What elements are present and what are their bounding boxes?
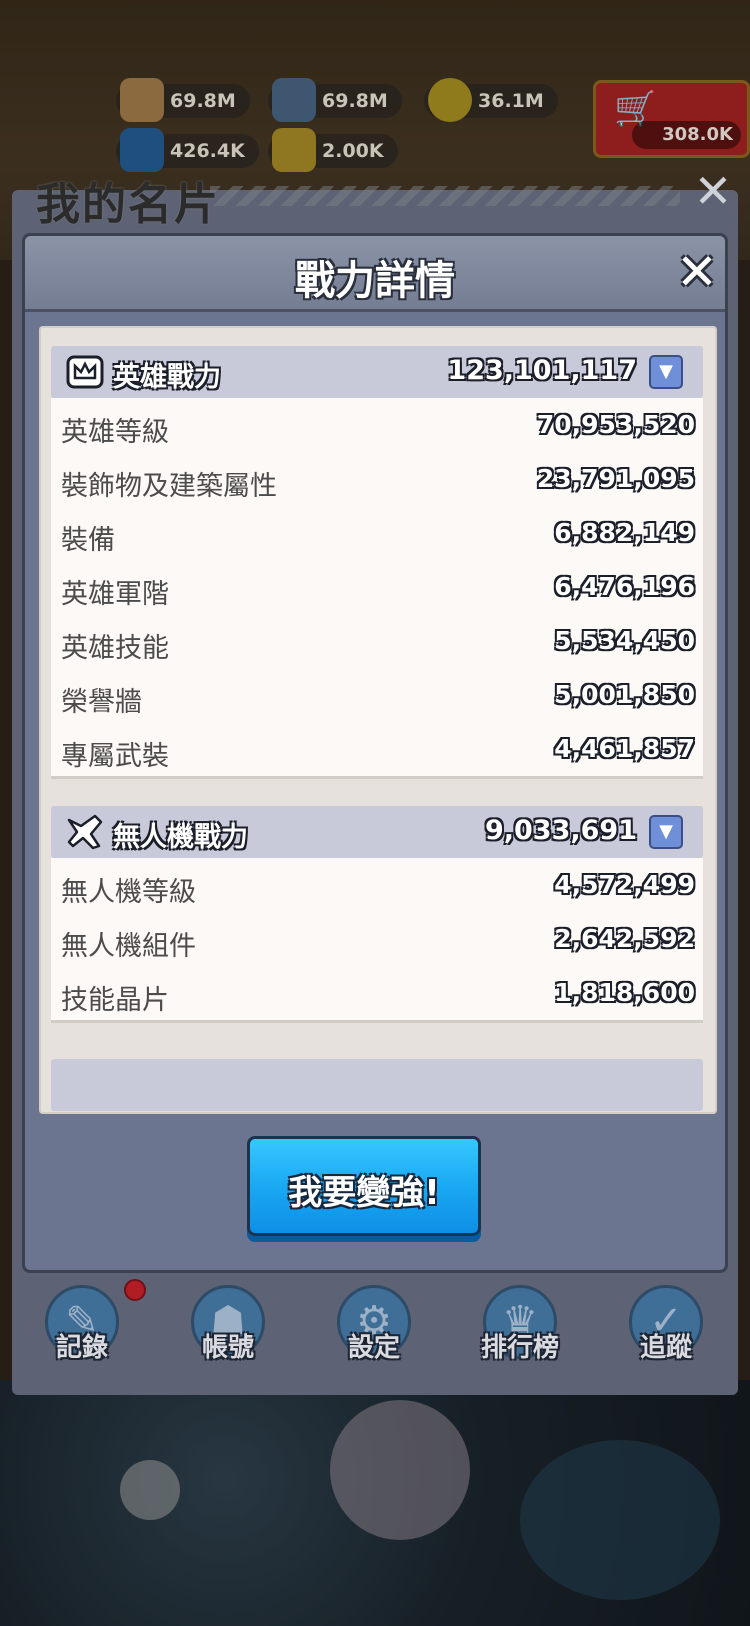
resource-ticket[interactable]: 2.00K xyxy=(268,128,398,172)
list-item: 無人機等級 4,572,499 xyxy=(51,858,703,912)
section-header-next-cutoff[interactable] xyxy=(51,1059,703,1111)
drone-icon xyxy=(67,814,103,850)
section-total: 9,033,691 xyxy=(484,815,637,846)
row-label: 榮譽牆 xyxy=(61,687,142,718)
card-torn-edge xyxy=(210,186,680,206)
chevron-down-icon[interactable]: ▼ xyxy=(649,815,683,849)
list-item: 裝飾物及建築屬性 23,791,095 xyxy=(51,452,703,506)
nav-leaderboard[interactable]: ♛ 排行榜 xyxy=(470,1283,570,1383)
row-label: 專屬武裝 xyxy=(61,741,169,772)
drone-power-rows: 無人機等級 4,572,499 無人機組件 2,642,592 技能晶片 1,8… xyxy=(51,858,703,1023)
list-item: 技能晶片 1,818,600 xyxy=(51,966,703,1020)
gem-count: 308.0K xyxy=(632,121,741,149)
nav-settings-label: 設定 xyxy=(347,1333,400,1363)
section-title: 英雄戰力 xyxy=(113,362,221,393)
modal-close-button[interactable]: ✕ xyxy=(673,247,721,297)
list-item: 英雄技能 5,534,450 xyxy=(51,614,703,668)
row-label: 裝備 xyxy=(61,525,115,556)
resource-oil-value: 426.4K xyxy=(170,140,245,162)
hero-power-rows: 英雄等級 70,953,520 裝飾物及建築屬性 23,791,095 裝備 6… xyxy=(51,398,703,779)
chevron-down-icon[interactable]: ▼ xyxy=(649,355,683,389)
section-total: 123,101,117 xyxy=(447,355,637,386)
hero-crown-icon xyxy=(66,355,104,389)
nav-settings[interactable]: ⚙ 設定 xyxy=(324,1283,424,1383)
resource-oil[interactable]: 426.4K xyxy=(116,128,259,172)
become-stronger-button[interactable]: 我要變強! xyxy=(247,1136,481,1236)
resource-bread[interactable]: 69.8M xyxy=(116,78,250,122)
resource-gold-value: 36.1M xyxy=(478,90,544,112)
list-item: 裝備 6,882,149 xyxy=(51,506,703,560)
profile-close-button[interactable]: ✕ xyxy=(690,168,736,214)
row-value: 4,461,857 xyxy=(554,734,695,763)
resource-iron[interactable]: 69.8M xyxy=(268,78,402,122)
profile-card-title: 我的名片 xyxy=(36,179,220,230)
nav-follow[interactable]: ✓ 追蹤 xyxy=(616,1283,716,1383)
list-item: 英雄軍階 6,476,196 xyxy=(51,560,703,614)
power-details-list[interactable]: 英雄戰力 123,101,117 ▼ 英雄等級 70,953,520 裝飾物及建… xyxy=(39,326,717,1114)
list-item: 榮譽牆 5,001,850 xyxy=(51,668,703,722)
row-label: 英雄軍階 xyxy=(61,579,169,610)
become-stronger-label: 我要變強! xyxy=(288,1173,440,1213)
row-label: 無人機等級 xyxy=(61,877,196,908)
section-header-drone-power[interactable]: 無人機戰力 9,033,691 ▼ xyxy=(51,806,703,858)
iron-icon xyxy=(272,78,316,122)
section-header-hero-power[interactable]: 英雄戰力 123,101,117 ▼ xyxy=(51,346,703,398)
nav-account-label: 帳號 xyxy=(201,1333,254,1363)
list-item: 無人機組件 2,642,592 xyxy=(51,912,703,966)
row-value: 70,953,520 xyxy=(536,410,695,439)
oil-barrel-icon xyxy=(120,128,164,172)
row-value: 5,534,450 xyxy=(554,626,695,655)
row-value: 1,818,600 xyxy=(554,978,695,1007)
row-value: 2,642,592 xyxy=(554,924,695,953)
nav-records-label: 記錄 xyxy=(55,1333,108,1363)
ticket-icon xyxy=(272,128,316,172)
modal-title: 戰力詳情 xyxy=(295,258,455,304)
row-value: 5,001,850 xyxy=(554,680,695,709)
shop-button[interactable]: 🛒 308.0K xyxy=(593,80,750,158)
row-label: 英雄等級 xyxy=(61,417,169,448)
nav-follow-label: 追蹤 xyxy=(639,1333,692,1363)
nav-records[interactable]: ✎ 記錄 xyxy=(32,1279,146,1383)
power-details-modal: 戰力詳情 ✕ 英雄戰力 123,101,117 ▼ 英雄等級 70,953,52… xyxy=(22,233,728,1273)
row-value: 23,791,095 xyxy=(536,464,695,493)
modal-header: 戰力詳情 ✕ xyxy=(25,236,725,312)
row-label: 裝飾物及建築屬性 xyxy=(61,471,277,502)
row-label: 英雄技能 xyxy=(61,633,169,664)
gold-coin-icon xyxy=(428,78,472,122)
bread-icon xyxy=(120,78,164,122)
nav-account[interactable]: ☗ 帳號 xyxy=(178,1283,278,1383)
resource-bread-value: 69.8M xyxy=(170,90,236,112)
row-label: 技能晶片 xyxy=(61,985,169,1016)
list-item: 英雄等級 70,953,520 xyxy=(51,398,703,452)
resource-iron-value: 69.8M xyxy=(322,90,388,112)
row-value: 4,572,499 xyxy=(554,870,695,899)
resource-ticket-value: 2.00K xyxy=(322,140,384,162)
notification-dot xyxy=(124,1279,146,1301)
list-item: 專屬武裝 4,461,857 xyxy=(51,722,703,776)
row-value: 6,476,196 xyxy=(554,572,695,601)
row-label: 無人機組件 xyxy=(61,931,196,962)
row-value: 6,882,149 xyxy=(554,518,695,547)
section-title: 無人機戰力 xyxy=(113,822,248,853)
resource-gold[interactable]: 36.1M xyxy=(424,78,558,122)
nav-leaderboard-label: 排行榜 xyxy=(480,1333,559,1363)
